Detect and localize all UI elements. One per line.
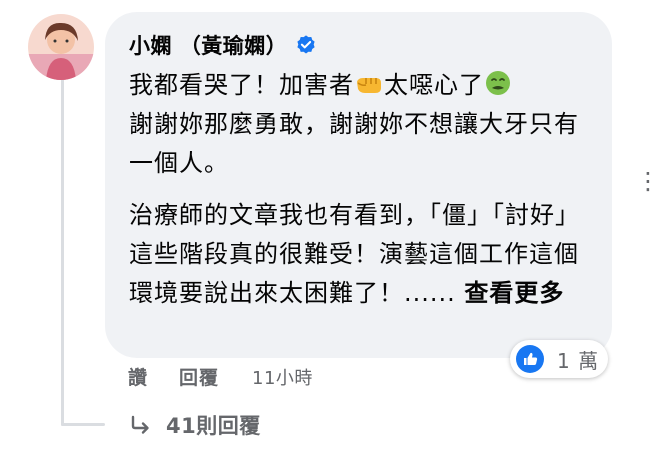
comment-bubble: 小嫻 （黃瑜嫻） 我都看哭了！加害者 太噁心了 謝謝妳那麼勇敢，謝謝妳不想讓大牙…: [105, 12, 612, 358]
thread-line: [61, 79, 64, 426]
nauseated-face-emoji-icon: [486, 71, 510, 95]
timestamp[interactable]: 11小時: [252, 364, 313, 390]
comment-text: 謝謝妳那麼勇敢，謝謝妳不想讓大牙只有一個人。: [129, 110, 579, 177]
view-replies-button[interactable]: 41則回覆: [128, 410, 261, 440]
comment-actions: 讚 回覆 11小時: [128, 363, 313, 390]
see-more-link[interactable]: 查看更多: [464, 279, 564, 307]
punch-emoji-icon: [357, 78, 381, 93]
reply-arrow-icon: [131, 415, 149, 434]
avatar[interactable]: [28, 14, 94, 80]
verified-badge-icon: [297, 35, 315, 54]
more-horizontal-icon[interactable]: ⋮: [636, 172, 656, 202]
reaction-count: 1 萬: [557, 348, 600, 373]
comment-paragraph-2: 治療師的文章我也有看到，「僵」「討好」這些階段真的很難受！演藝這個工作這個環境要…: [129, 196, 590, 313]
reply-button[interactable]: 回覆: [179, 363, 219, 390]
like-icon: [516, 345, 544, 373]
comment-paragraph-1: 我都看哭了！加害者 太噁心了 謝謝妳那麼勇敢，謝謝妳不想讓大牙只有一個人。: [129, 66, 590, 183]
like-button[interactable]: 讚: [128, 363, 148, 390]
author-name[interactable]: 小嫻 （黃瑜嫻）: [129, 30, 287, 60]
comment-text: 我都看哭了！加害者: [129, 71, 354, 99]
reaction-summary[interactable]: 1 萬: [510, 340, 608, 378]
replies-count-label: 41則回覆: [166, 414, 261, 438]
thread-line-branch: [61, 423, 105, 426]
comment-text: 太噁心了: [384, 71, 484, 99]
